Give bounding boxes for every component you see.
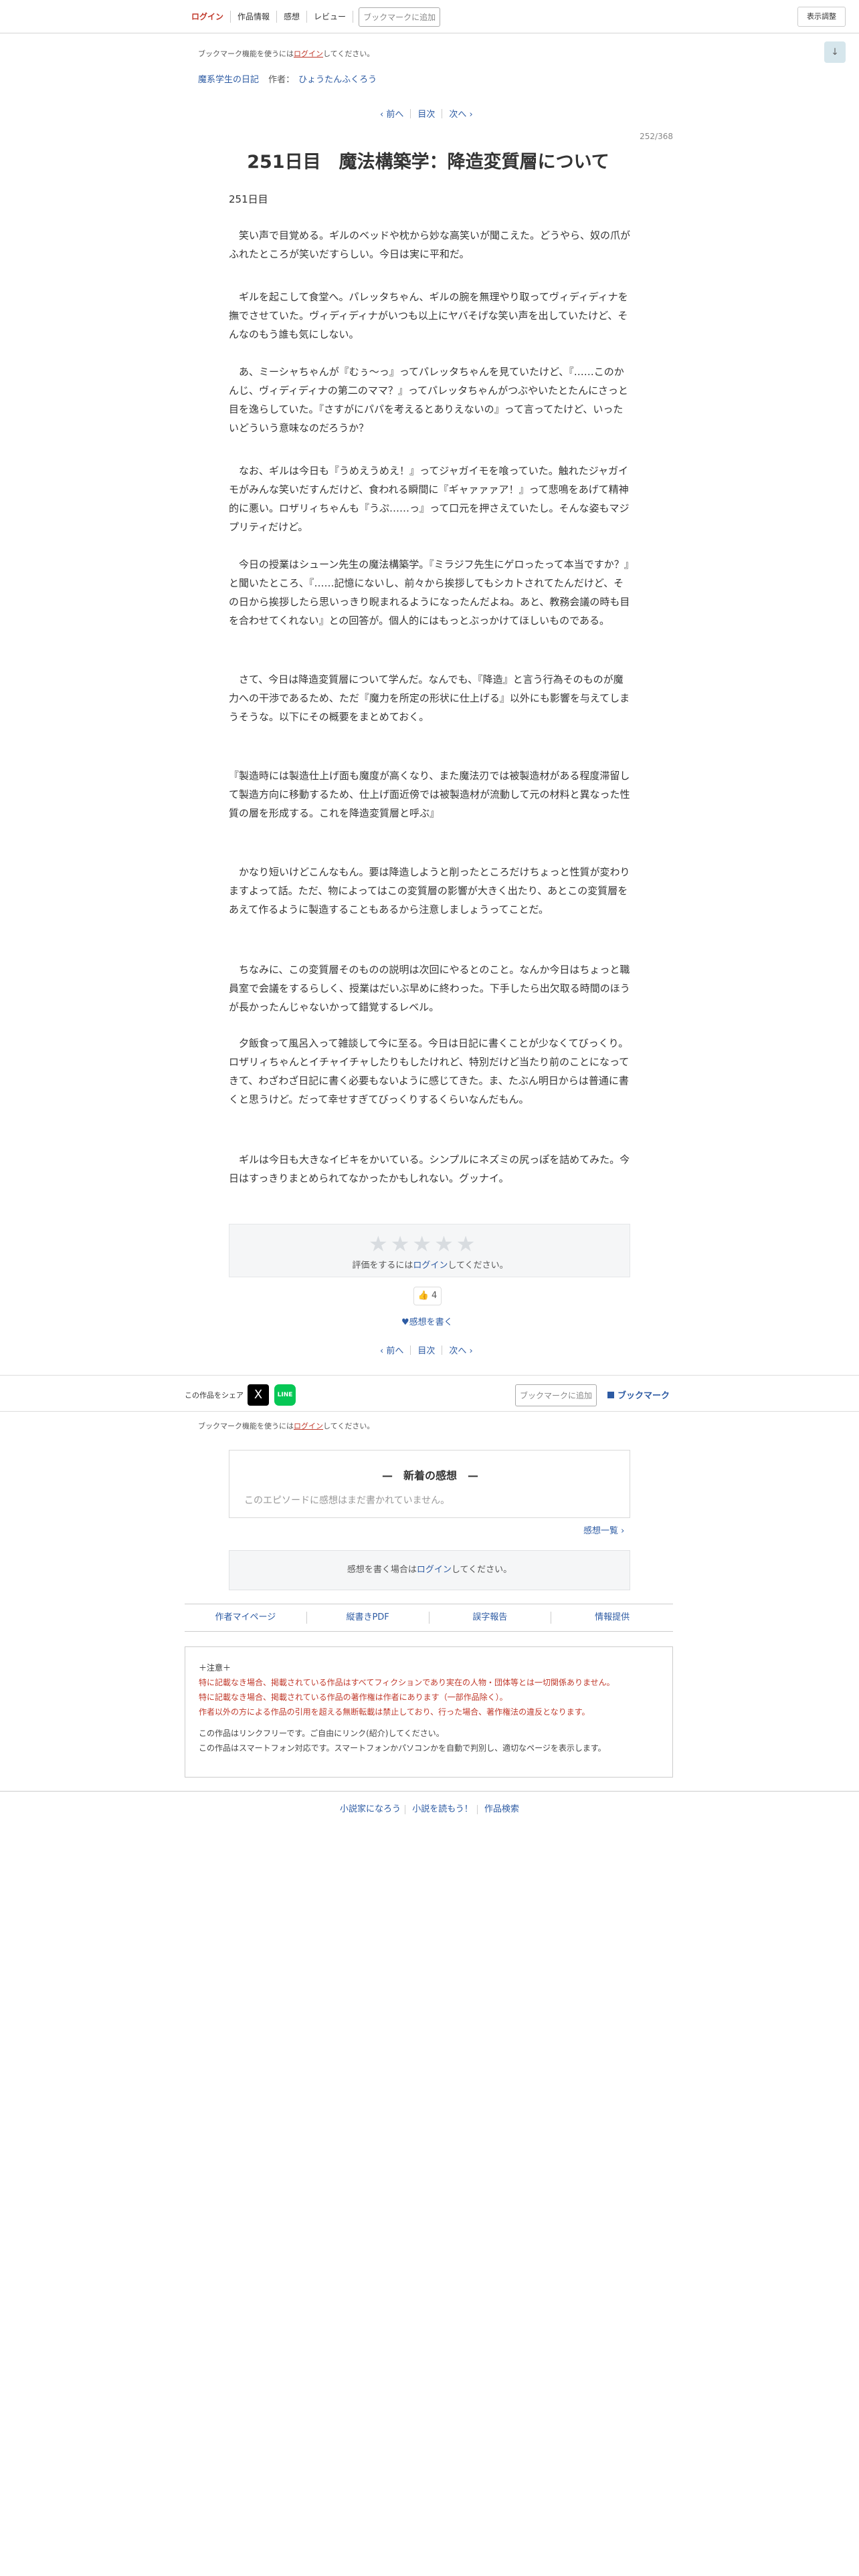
pager-bottom: ‹ 前へ 目次 次へ › bbox=[380, 1344, 473, 1356]
like-count: 4 bbox=[432, 1291, 438, 1301]
notice-heading: ＋注意＋ bbox=[199, 1663, 231, 1673]
body-paragraph: 『製造時には製造仕上げ面も魔度が高くなり、また魔法刃では被製造材がある程度滞留し… bbox=[229, 770, 630, 819]
footer-link-search[interactable]: 作品検索 bbox=[484, 1804, 519, 1814]
impression-list-link[interactable]: 感想一覧 › bbox=[583, 1523, 624, 1536]
footer-link-narou[interactable]: 小説家になろう bbox=[340, 1804, 401, 1814]
bookmark-link[interactable]: ブックマーク bbox=[607, 1388, 670, 1401]
bookmark-login-notice: ブックマーク機能を使うにはログインしてください。 bbox=[198, 49, 375, 58]
login-link[interactable]: ログイン bbox=[185, 11, 231, 23]
pager-top: ‹ 前へ 目次 次へ › bbox=[380, 107, 473, 120]
notice-line: 特に記載なき場合、掲載されている作品の著作権は作者にあります（一部作品除く）。 bbox=[199, 1693, 508, 1702]
notice-line: 作者以外の方による作品の引用を超える無断転載は禁止しており、行った場合、著作権法… bbox=[199, 1707, 590, 1717]
bookmark-icon bbox=[607, 1392, 614, 1398]
author-link[interactable]: ひょうたんふくろう bbox=[298, 75, 377, 85]
new-impressions-heading: — 新着の感想 — bbox=[381, 1469, 478, 1482]
divider bbox=[0, 1411, 859, 1412]
footer-divider bbox=[0, 1791, 859, 1792]
divider bbox=[0, 1375, 859, 1376]
display-settings-button[interactable]: 表示調整 bbox=[797, 7, 846, 27]
rating-login-link[interactable]: ログイン bbox=[413, 1261, 448, 1271]
toc-link[interactable]: 目次 bbox=[417, 107, 435, 120]
notice-line: この作品はリンクフリーです。ご自由にリンク(紹介)してください。 bbox=[199, 1729, 444, 1738]
series-title-link[interactable]: 魔系学生の日記 bbox=[198, 75, 259, 85]
rating-box: ★★★★★ 評価をするにはログインしてください。 bbox=[229, 1224, 630, 1277]
bookmark-notice-login-link[interactable]: ログイン bbox=[294, 1422, 323, 1430]
body-paragraph: ギルを起こして食堂へ。パレッタちゃん、ギルの腕を無理やり取ってヴィディディナを撫… bbox=[229, 291, 628, 340]
impression-login-box: 感想を書く場合はログインしてください。 bbox=[229, 1550, 630, 1590]
nav-review[interactable]: レビュー bbox=[307, 11, 354, 23]
body-paragraph: 夕飯食って風呂入って雑談して今に至る。今日は日記に書くことが少なくてびっくり。ロ… bbox=[229, 1037, 630, 1105]
author-label: 作者： bbox=[268, 75, 295, 85]
work-meta: 魔系学生の日記 作者： ひょうたんふくろう bbox=[198, 72, 377, 85]
new-impressions-box: — 新着の感想 — このエピソードに感想はまだ書かれていません。 bbox=[229, 1450, 630, 1518]
body-paragraph: ギルは今日も大きなイビキをかいている。シンプルにネズミの尻っぽを詰めてみた。今日… bbox=[229, 1154, 630, 1184]
footer-link-yomou[interactable]: 小説を読もう！ bbox=[412, 1804, 473, 1814]
body-paragraph: あ、ミーシャちゃんが『むぅ～っ』ってパレッタちゃんを見ていたけど、『……このかん… bbox=[229, 366, 628, 434]
write-impression-link[interactable]: ♥感想を書く bbox=[401, 1315, 453, 1327]
nav-work-info[interactable]: 作品情報 bbox=[231, 11, 278, 23]
chapter-title: 251日目 魔法構築学：降造変質層について bbox=[247, 152, 609, 173]
notice-line: この作品はスマートフォン対応です。スマートフォンかパソコンかを自動で判別し、適切… bbox=[199, 1743, 606, 1753]
body-paragraph: 笑い声で目覚める。ギルのベッドや枕から妙な高笑いが聞こえた。どうやら、奴の爪がふ… bbox=[229, 229, 631, 260]
page-count: 252/368 bbox=[640, 132, 673, 141]
notice-line: 特に記載なき場合、掲載されている作品はすべてフィクションであり実在の人物・団体等… bbox=[199, 1678, 615, 1687]
body-paragraph: 今日の授業はシューン先生の魔法構築学。『ミラジフ先生にゲロったって本当ですか？』… bbox=[229, 558, 630, 627]
scroll-down-button[interactable]: ↓ bbox=[824, 41, 846, 63]
body-paragraph: なお、ギルは今日も『うめえうめえ！』ってジャガイモを喰っていた。触れたジャガイモ… bbox=[229, 465, 630, 533]
notice-box: ＋注意＋ 特に記載なき場合、掲載されている作品はすべてフィクションであり実在の人… bbox=[185, 1646, 673, 1778]
body-paragraph: かなり短いけどこんなもん。要は降造しようと削ったところだけちょっと性質が変わりま… bbox=[229, 866, 630, 916]
share-row: この作品をシェア X LINE bbox=[185, 1384, 296, 1406]
prev-link[interactable]: ‹ 前へ bbox=[380, 107, 403, 120]
nav-impressions[interactable]: 感想 bbox=[277, 11, 308, 23]
chapter-subtitle: 251日目 bbox=[229, 193, 268, 205]
body-paragraph: さて、今日は降造変質層について学んだ。なんでも、『降造』と言う行為そのものが魔力… bbox=[229, 673, 630, 723]
work-links-row: 作者マイページ 縦書きPDF 誤字報告 情報提供 bbox=[185, 1604, 673, 1632]
x-share-icon[interactable]: X bbox=[248, 1384, 269, 1406]
top-header: ログイン 作品情報 感想 レビュー ブックマークに追加 表示調整 bbox=[0, 0, 859, 33]
info-provide-link[interactable]: 情報提供 bbox=[551, 1612, 673, 1624]
prev-link[interactable]: ‹ 前へ bbox=[380, 1344, 403, 1356]
typo-report-link[interactable]: 誤字報告 bbox=[430, 1612, 552, 1624]
next-link[interactable]: 次へ › bbox=[449, 107, 472, 120]
header-bookmark-add-button[interactable]: ブックマークに追加 bbox=[359, 7, 441, 27]
line-share-icon[interactable]: LINE bbox=[274, 1384, 296, 1406]
no-impressions-text: このエピソードに感想はまだ書かれていません。 bbox=[244, 1495, 450, 1506]
site-footer: 小説家になろう 小説を読もう！ 作品検索 bbox=[0, 1802, 859, 1814]
share-label: この作品をシェア bbox=[185, 1391, 244, 1400]
like-button[interactable]: 👍 4 bbox=[413, 1287, 442, 1305]
author-mypage-link[interactable]: 作者マイページ bbox=[185, 1612, 307, 1624]
body-paragraph: ちなみに、この変質層そのものの説明は次回にやるとのこと。なんか今日はちょっと職員… bbox=[229, 964, 630, 1013]
thumbs-up-icon: 👍 bbox=[417, 1291, 429, 1301]
rating-login-notice: 評価をするにはログインしてください。 bbox=[352, 1261, 508, 1271]
bookmark-notice-login-link[interactable]: ログイン bbox=[294, 49, 323, 58]
toc-link[interactable]: 目次 bbox=[417, 1344, 435, 1356]
bookmark-add-button[interactable]: ブックマークに追加 bbox=[515, 1384, 597, 1406]
vertical-pdf-link[interactable]: 縦書きPDF bbox=[307, 1612, 430, 1624]
next-link[interactable]: 次へ › bbox=[449, 1344, 472, 1356]
header-nav: ログイン 作品情報 感想 レビュー ブックマークに追加 bbox=[185, 6, 441, 27]
rating-stars[interactable]: ★★★★★ bbox=[369, 1231, 478, 1257]
bookmark-login-notice: ブックマーク機能を使うにはログインしてください。 bbox=[198, 1422, 375, 1430]
impression-login-link[interactable]: ログイン bbox=[417, 1565, 452, 1575]
